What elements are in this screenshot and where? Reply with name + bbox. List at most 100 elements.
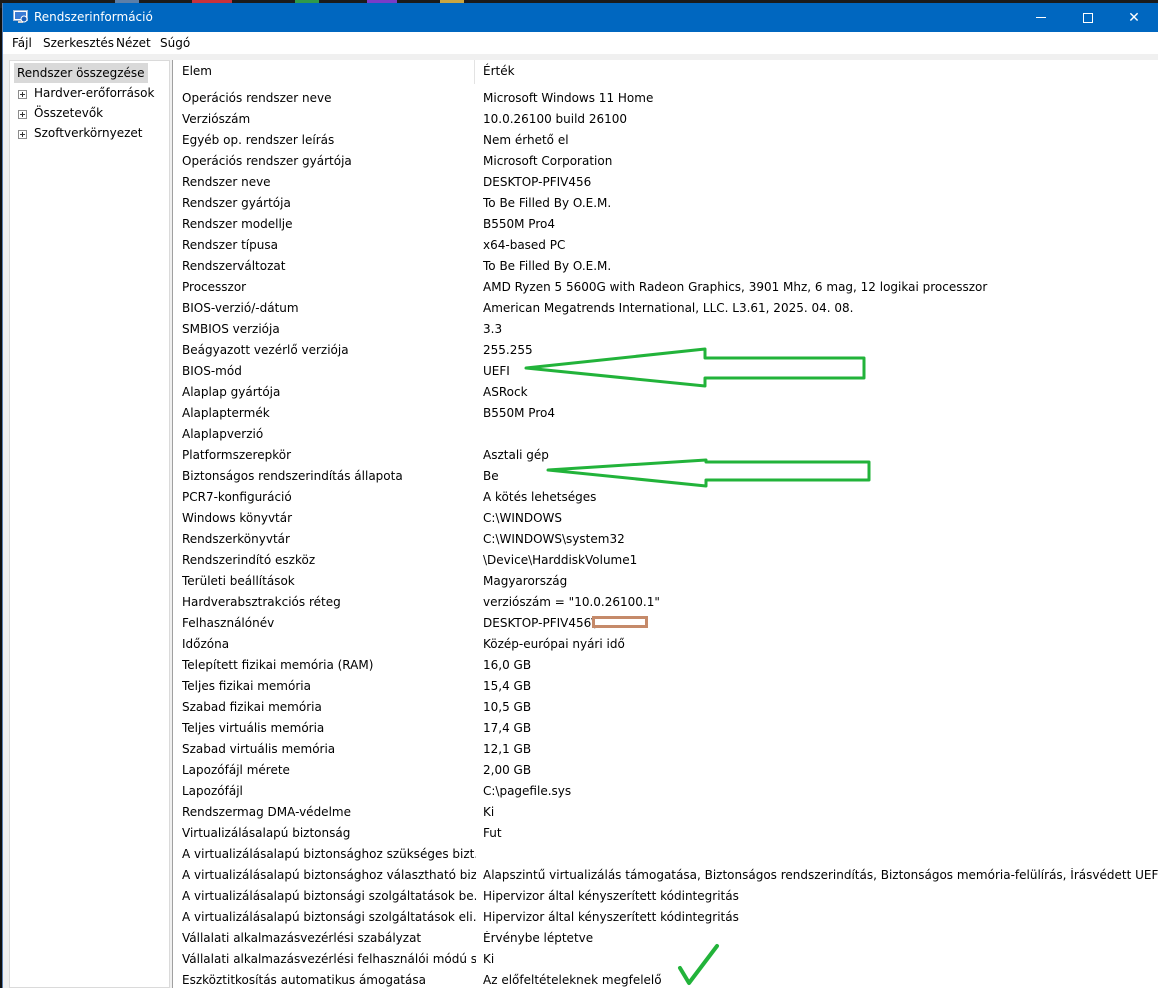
table-row[interactable]: Rendszer típusa x64-based PC (173, 235, 1158, 256)
row-item: Rendszer típusa (182, 238, 278, 252)
row-item: Processzor (182, 280, 247, 294)
tree-item-hardware-resources[interactable]: Hardver-erőforrások (34, 83, 154, 103)
row-item: BIOS-verzió/-dátum (182, 301, 299, 315)
table-row[interactable]: Beágyazott vezérlő verziója 255.255 (173, 340, 1158, 361)
table-row[interactable]: BIOS-verzió/-dátum American Megatrends In… (173, 298, 1158, 319)
table-row[interactable]: Teljes fizikai memória 15,4 GB (173, 676, 1158, 697)
row-value: To Be Filled By O.E.M. (483, 259, 612, 273)
row-item: Rendszer neve (182, 175, 271, 189)
row-item: Vállalati alkalmazásvezérlési felhasznál… (182, 952, 476, 966)
table-row[interactable]: Rendszerváltozat To Be Filled By O.E.M. (173, 256, 1158, 277)
maximize-icon (1083, 12, 1093, 23)
row-item: Lapozófájl mérete (182, 763, 290, 777)
row-value: ASRock (483, 385, 528, 399)
row-value: Microsoft Corporation (483, 154, 613, 168)
row-value: Érvénybe léptetve (483, 931, 594, 945)
table-row[interactable]: Rendszer neve DESKTOP-PFIV456 (173, 172, 1158, 193)
table-row[interactable]: Felhasználónév DESKTOP-PFIV456\ (173, 613, 1158, 634)
table-row[interactable]: Vállalati alkalmazásvezérlési felhasznál… (173, 949, 1158, 970)
menu-file[interactable]: Fájl (12, 36, 32, 51)
table-row[interactable]: SMBIOS verziója 3.3 (173, 319, 1158, 340)
table-row[interactable]: Telepített fizikai memória (RAM) 16,0 GB (173, 655, 1158, 676)
row-item: Virtualizálásalapú biztonság (182, 826, 351, 840)
row-item: Területi beállítások (182, 574, 295, 588)
table-row[interactable]: Processzor AMD Ryzen 5 5600G with Radeon … (173, 277, 1158, 298)
table-row[interactable]: Virtualizálásalapú biztonság Fut (173, 823, 1158, 844)
table-row[interactable]: Operációs rendszer neve Microsoft Windows… (173, 88, 1158, 109)
expand-icon[interactable] (18, 110, 27, 119)
table-row[interactable]: Rendszerkönyvtár C:\WINDOWS\system32 (173, 529, 1158, 550)
maximize-button[interactable] (1065, 3, 1111, 32)
row-value: Microsoft Windows 11 Home (483, 91, 654, 105)
table-row[interactable]: Vállalati alkalmazásvezérlési szabályzat… (173, 928, 1158, 949)
row-value: 2,00 GB (483, 763, 532, 777)
table-row[interactable]: Rendszermag DMA-védelme Ki (173, 802, 1158, 823)
table-row[interactable]: Eszköztitkosítás automatikus ámogatása Az… (173, 970, 1158, 988)
table-row[interactable]: Területi beállítások Magyarország (173, 571, 1158, 592)
row-item: Alaplap gyártója (182, 385, 281, 399)
table-row[interactable]: Operációs rendszer gyártója Microsoft Cor… (173, 151, 1158, 172)
table-row[interactable]: Alaplap gyártója ASRock (173, 382, 1158, 403)
row-value: \Device\HarddiskVolume1 (483, 553, 638, 567)
menu-view[interactable]: Nézet (116, 36, 151, 51)
table-row[interactable]: BIOS-mód UEFI (173, 361, 1158, 382)
tree-item-components[interactable]: Összetevők (34, 103, 103, 123)
expand-icon[interactable] (18, 130, 27, 139)
row-value: 10.0.26100 build 26100 (483, 112, 628, 126)
table-row[interactable]: Hardverabsztrakciós réteg verziószám = "1… (173, 592, 1158, 613)
menu-bar: Fájl Szerkesztés Nézet Súgó (3, 32, 1158, 54)
table-row[interactable]: Verziószám 10.0.26100 build 26100 (173, 109, 1158, 130)
table-row[interactable]: A virtualizálásalapú biztonsághoz szüksé… (173, 844, 1158, 865)
table-row[interactable]: Rendszerindító eszköz \Device\HarddiskVol… (173, 550, 1158, 571)
table-row[interactable]: A virtualizálásalapú biztonsági szolgált… (173, 907, 1158, 928)
row-value: 12,1 GB (483, 742, 532, 756)
row-value: Ki (483, 952, 495, 966)
table-row[interactable]: A virtualizálásalapú biztonsághoz válasz… (173, 865, 1158, 886)
table-row[interactable]: Alaplaptermék B550M Pro4 (173, 403, 1158, 424)
table-row[interactable]: PCR7-konfiguráció A kötés lehetséges (173, 487, 1158, 508)
tree-item-software-environment[interactable]: Szoftverkörnyezet (34, 123, 142, 143)
table-row[interactable]: Lapozófájl mérete 2,00 GB (173, 760, 1158, 781)
system-information-icon (13, 10, 28, 23)
table-row[interactable]: Platformszerepkör Asztali gép (173, 445, 1158, 466)
menu-edit[interactable]: Szerkesztés (43, 36, 114, 51)
column-divider[interactable] (474, 60, 475, 84)
username-redaction (592, 616, 648, 628)
row-item: Szabad fizikai memória (182, 700, 322, 714)
row-item: Windows könyvtár (182, 511, 293, 525)
table-row[interactable]: Lapozófájl C:\pagefile.sys (173, 781, 1158, 802)
row-item: A virtualizálásalapú biztonsághoz szüksé… (182, 847, 476, 861)
table-row[interactable]: Windows könyvtár C:\WINDOWS (173, 508, 1158, 529)
table-row[interactable]: Szabad virtuális memória 12,1 GB (173, 739, 1158, 760)
row-item: Verziószám (182, 112, 251, 126)
table-row[interactable]: Időzóna Közép-európai nyári idő (173, 634, 1158, 655)
table-row[interactable]: A virtualizálásalapú biztonsági szolgált… (173, 886, 1158, 907)
table-row[interactable]: Rendszer gyártója To Be Filled By O.E.M. (173, 193, 1158, 214)
minimize-button[interactable] (1018, 3, 1064, 32)
row-value: verziószám = "10.0.26100.1" (483, 595, 660, 609)
table-row[interactable]: Rendszer modellje B550M Pro4 (173, 214, 1158, 235)
expand-icon[interactable] (18, 90, 27, 99)
row-item: Rendszermag DMA-védelme (182, 805, 351, 819)
row-item: Felhasználónév (182, 616, 275, 630)
menu-help[interactable]: Súgó (160, 36, 190, 51)
tree-item-system-summary[interactable]: Rendszer összegzése (14, 63, 148, 83)
row-value: Fut (483, 826, 502, 840)
table-row[interactable]: Teljes virtuális memória 17,4 GB (173, 718, 1158, 739)
row-value: UEFI (483, 364, 510, 378)
table-row[interactable]: Egyéb op. rendszer leírás Nem érhető el (173, 130, 1158, 151)
row-item: Operációs rendszer neve (182, 91, 332, 105)
row-item: Rendszer modellje (182, 217, 293, 231)
close-button[interactable]: ✕ (1111, 3, 1157, 32)
row-item: Platformszerepkör (182, 448, 292, 462)
row-item: Telepített fizikai memória (RAM) (182, 658, 374, 672)
row-value: C:\pagefile.sys (483, 784, 572, 798)
row-value: 15,4 GB (483, 679, 532, 693)
column-header-value[interactable]: Érték (483, 64, 515, 79)
row-value: B550M Pro4 (483, 406, 555, 420)
window-title: Rendszerinformáció (34, 10, 153, 24)
table-row[interactable]: Biztonságos rendszerindítás állapota Be (173, 466, 1158, 487)
column-header-item[interactable]: Elem (182, 64, 212, 79)
table-row[interactable]: Alaplapverzió (173, 424, 1158, 445)
table-row[interactable]: Szabad fizikai memória 10,5 GB (173, 697, 1158, 718)
